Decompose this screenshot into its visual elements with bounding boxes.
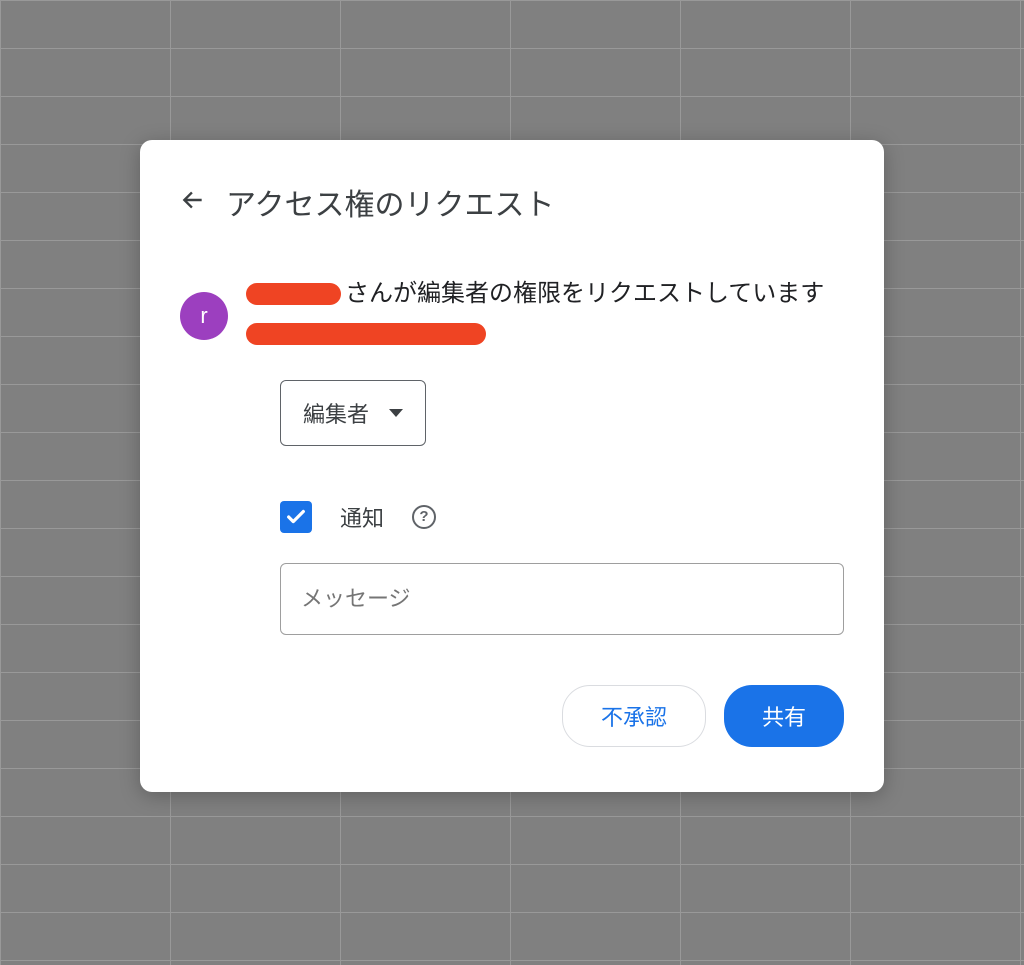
role-select[interactable]: 編集者	[280, 380, 426, 446]
request-text-block: さんが編集者の権限をリクエストしています	[246, 274, 844, 345]
access-request-modal: アクセス権のリクエスト r さんが編集者の権限をリクエストしています 編集者 通…	[140, 140, 884, 792]
request-description: さんが編集者の権限をリクエストしています	[246, 274, 844, 315]
share-button[interactable]: 共有	[724, 685, 844, 747]
caret-down-icon	[389, 409, 403, 417]
notify-checkbox[interactable]	[280, 501, 312, 533]
redacted-name	[246, 283, 341, 305]
help-icon[interactable]: ?	[412, 505, 436, 529]
back-arrow-icon[interactable]	[180, 187, 206, 218]
requester-email-line	[246, 323, 844, 345]
notify-row: 通知 ?	[280, 501, 844, 533]
avatar: r	[180, 292, 228, 340]
request-text: さんが編集者の権限をリクエストしています	[345, 274, 824, 315]
button-row: 不承認 共有	[180, 685, 844, 747]
message-input-wrapper[interactable]	[280, 563, 844, 635]
role-select-label: 編集者	[303, 397, 369, 429]
notify-label: 通知	[340, 501, 384, 533]
modal-header: アクセス権のリクエスト	[180, 180, 844, 224]
decline-button[interactable]: 不承認	[562, 685, 706, 747]
requester-section: r さんが編集者の権限をリクエストしています	[180, 274, 844, 345]
message-input[interactable]	[301, 586, 823, 612]
redacted-email	[246, 323, 486, 345]
modal-title: アクセス権のリクエスト	[226, 180, 555, 224]
